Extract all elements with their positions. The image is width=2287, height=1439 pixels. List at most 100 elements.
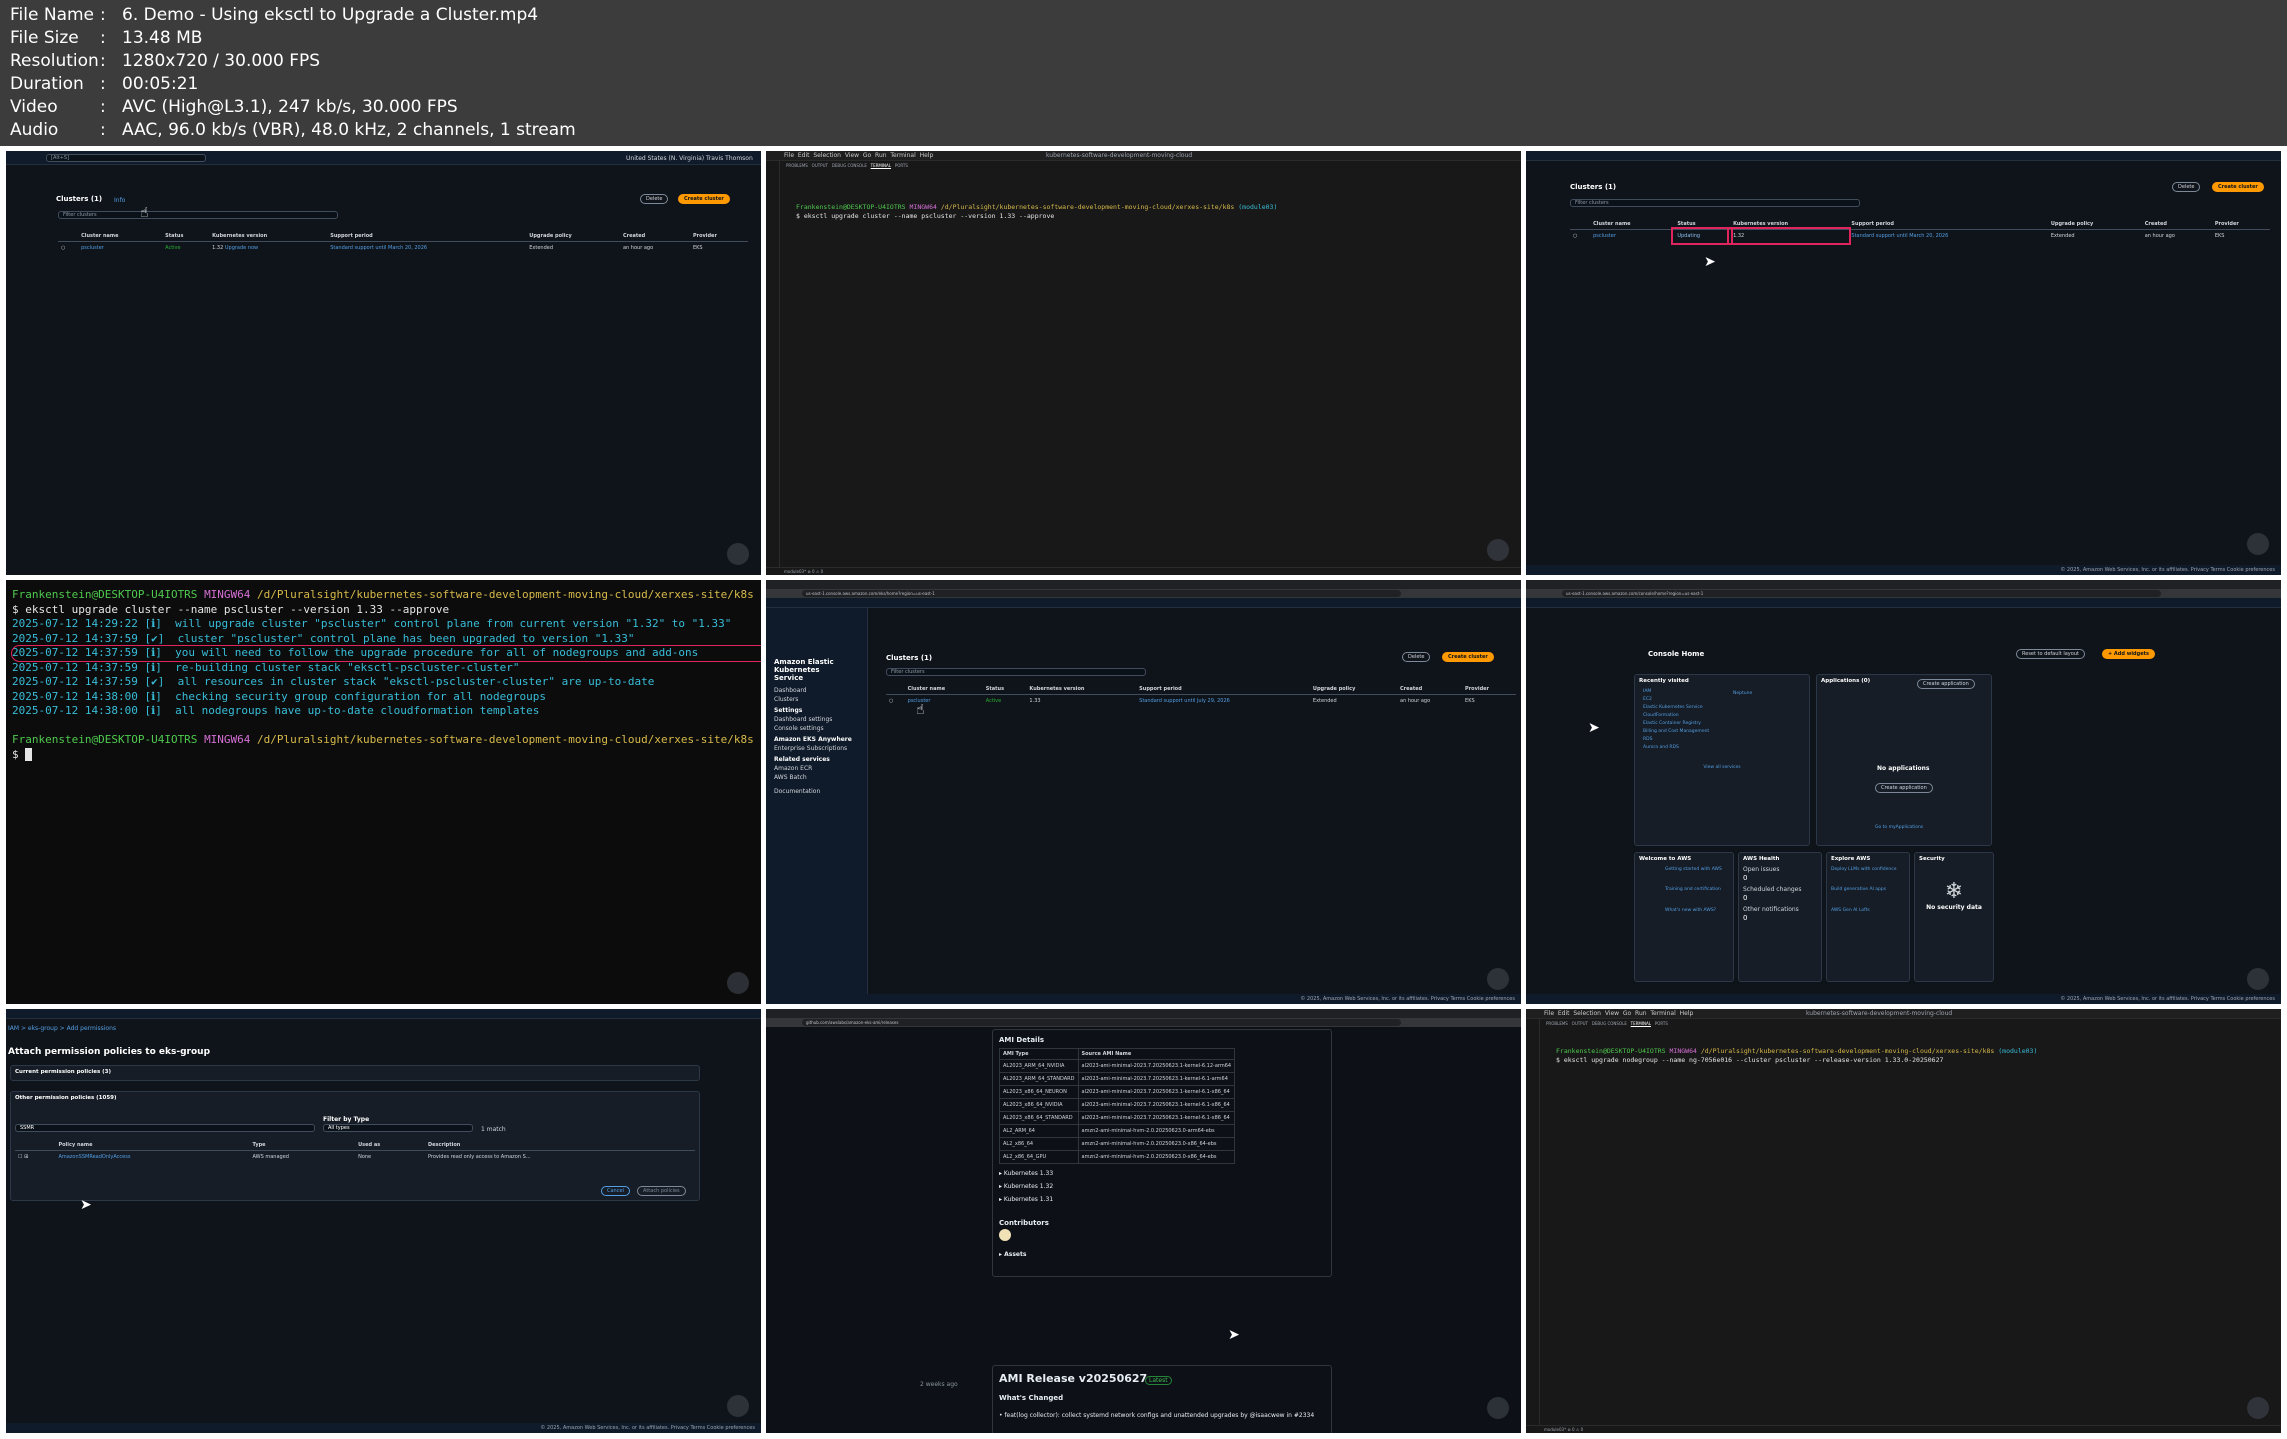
- aws-health-widget: AWS Health Open issues 0 Scheduled chang…: [1738, 852, 1822, 982]
- page-title: Attach permission policies to eks-group: [8, 1047, 211, 1057]
- aws-top-bar: [6, 1009, 761, 1019]
- browser-address-bar: us-east-1.console.aws.amazon.com/eks/hom…: [766, 589, 1521, 598]
- release-card-2: AMI Release v20250627 Latest What's Chan…: [992, 1365, 1332, 1433]
- status-bar: module03* ⊗ 0 ⚠ 0: [766, 567, 1521, 575]
- status-badge: Active: [165, 245, 181, 251]
- release-card: AMI Details AMI Type Source AMI Name AL20…: [992, 1029, 1332, 1277]
- aws-footer: © 2025, Amazon Web Services, Inc. or its…: [1526, 994, 2281, 1004]
- browser-address-bar: us-east-1.console.aws.amazon.com/console…: [1526, 589, 2281, 598]
- terminal-output[interactable]: Frankenstein@DESKTOP-U4IOTRS MINGW64 /d/…: [11, 588, 761, 762]
- create-cluster-button[interactable]: Create cluster: [1442, 652, 1494, 662]
- delete-button[interactable]: Delete: [1402, 652, 1431, 662]
- file-name-value: 6. Demo - Using eksctl to Upgrade a Clus…: [122, 5, 539, 25]
- video-row: Video: AVC (High@L3.1), 247 kb/s, 30.000 …: [10, 97, 458, 117]
- thumbnail-iam-attach-policies: IAM > eks-group > Add permissions Attach…: [6, 1009, 761, 1433]
- thumbnail-vscode-upgrade-nodegroup: File Edit Selection View Go Run Terminal…: [1526, 1009, 2281, 1433]
- aws-footer: © 2025, Amazon Web Services, Inc. or its…: [766, 994, 1521, 1004]
- info-link[interactable]: Info: [114, 197, 125, 204]
- thumbnail-console-home: us-east-1.console.aws.amazon.com/console…: [1526, 580, 2281, 1004]
- file-size-value: 13.48 MB: [122, 28, 203, 48]
- browser-tabs[interactable]: [766, 1009, 1521, 1018]
- clusters-title: Clusters (1): [56, 195, 103, 203]
- snowflake-icon: ❄: [1944, 879, 1964, 904]
- play-overlay-icon: [727, 1395, 749, 1417]
- breadcrumb[interactable]: IAM > eks-group > Add permissions: [8, 1025, 116, 1032]
- reset-layout-button[interactable]: Reset to default layout: [2016, 649, 2085, 659]
- panel-tabs: PROBLEMS OUTPUT DEBUG CONSOLE TERMINAL P…: [786, 163, 908, 168]
- cancel-button[interactable]: Cancel: [601, 1186, 630, 1196]
- aws-top-bar: [766, 598, 1521, 608]
- clusters-table: Cluster name Status Kubernetes version S…: [886, 684, 1516, 707]
- panel-tabs: PROBLEMS OUTPUT DEBUG CONSOLE TERMINAL P…: [1546, 1021, 1668, 1026]
- table-row[interactable]: ○ pscluster Updating 1.32 Standard suppo…: [1570, 226, 2270, 245]
- activity-bar: [766, 161, 780, 567]
- table-header: Cluster name Status Kubernetes version S…: [886, 684, 1516, 695]
- thumbnail-clusters-before: [Alt+S] United States (N. Virginia) Trav…: [6, 151, 761, 575]
- table-header: Policy name Type Used as Description: [15, 1140, 695, 1151]
- cluster-name-link[interactable]: pscluster: [78, 242, 162, 255]
- mouse-cursor-icon: ☝: [140, 205, 149, 221]
- welcome-widget: Welcome to AWS Getting started with AWS …: [1634, 852, 1734, 982]
- create-cluster-button[interactable]: Create cluster: [2212, 182, 2264, 192]
- current-policies-panel[interactable]: Current permission policies (3): [10, 1065, 700, 1081]
- table-header: Cluster name Status Kubernetes version S…: [58, 231, 748, 242]
- avatar[interactable]: [999, 1229, 1011, 1241]
- resolution-value: 1280x720 / 30.000 FPS: [122, 51, 321, 71]
- vscode-title-bar: File Edit Selection View Go Run Terminal…: [766, 151, 1521, 161]
- mouse-cursor-icon: ➤: [1588, 720, 1600, 736]
- duration-value: 00:05:21: [122, 74, 199, 94]
- upgrade-now-link[interactable]: Upgrade now: [225, 245, 258, 251]
- delete-button[interactable]: Delete: [2172, 182, 2201, 192]
- status-badge: Active: [985, 698, 1002, 704]
- video-value: AVC (High@L3.1), 247 kb/s, 30.000 FPS: [122, 97, 458, 117]
- status-badge: Updating: [1671, 226, 1734, 245]
- mouse-cursor-icon: ☝: [916, 702, 925, 718]
- thumbnail-eks-clusters-after: us-east-1.console.aws.amazon.com/eks/hom…: [766, 580, 1521, 1004]
- search-input[interactable]: [Alt+S]: [46, 154, 206, 162]
- terminal-output[interactable]: Frankenstein@DESKTOP-U4IOTRS MINGW64 /d/…: [1556, 1047, 2037, 1065]
- ami-table: AMI Type Source AMI Name AL2023_ARM_64_NV…: [999, 1048, 1236, 1164]
- play-overlay-icon: [1487, 968, 1509, 990]
- filter-clusters-input[interactable]: Filter clusters: [58, 211, 338, 219]
- view-all-services-link[interactable]: View all services: [1635, 751, 1809, 772]
- terminal-output[interactable]: Frankenstein@DESKTOP-U4IOTRS MINGW64 /d/…: [796, 203, 1277, 221]
- status-bar: module03* ⊗ 0 ⚠ 0: [1526, 1425, 2281, 1433]
- play-overlay-icon: [727, 972, 749, 994]
- create-cluster-button[interactable]: Create cluster: [678, 194, 730, 204]
- table-row[interactable]: ☐ ⊞ AmazonSSMReadOnlyAccess AWS managed …: [15, 1151, 695, 1164]
- play-overlay-icon: [2247, 968, 2269, 990]
- delete-button[interactable]: Delete: [640, 194, 669, 204]
- policies-table: Policy name Type Used as Description ☐ ⊞…: [15, 1140, 695, 1163]
- mouse-cursor-icon: ➤: [80, 1197, 92, 1213]
- mouse-cursor-icon: ➤: [1704, 254, 1716, 270]
- browser-tabs[interactable]: [766, 580, 1521, 589]
- browser-address-bar: github.com/awslabs/amazon-eks-ami/releas…: [766, 1018, 1521, 1027]
- aws-top-bar: [Alt+S] United States (N. Virginia) Trav…: [6, 151, 761, 165]
- aws-footer: © 2025, Amazon Web Services, Inc. or its…: [6, 1423, 761, 1433]
- browser-tabs[interactable]: [1526, 580, 2281, 589]
- filter-clusters-input[interactable]: Filter clusters: [1570, 199, 1860, 207]
- play-overlay-icon: [2247, 533, 2269, 555]
- clusters-title: Clusters (1): [886, 654, 933, 662]
- duration-row: Duration:00:05:21: [10, 74, 199, 94]
- other-policies-panel: Other permission policies (1059) Filter …: [10, 1091, 700, 1201]
- table-header: Cluster name Status Kubernetes version S…: [1570, 219, 2270, 230]
- table-row[interactable]: ○ pscluster Active 1.32 Upgrade now Stan…: [58, 242, 748, 255]
- thumbnail-clusters-updating: Clusters (1) Filter clusters Delete Crea…: [1526, 151, 2281, 575]
- add-widgets-button[interactable]: + Add widgets: [2102, 649, 2155, 659]
- clusters-table: Cluster name Status Kubernetes version S…: [1570, 219, 2270, 245]
- play-overlay-icon: [727, 543, 749, 565]
- play-overlay-icon: [2247, 1397, 2269, 1419]
- policy-search-input[interactable]: SSMR: [15, 1124, 315, 1132]
- aws-footer: © 2025, Amazon Web Services, Inc. or its…: [1526, 565, 2281, 575]
- mouse-cursor-icon: ➤: [1228, 1327, 1240, 1343]
- table-row[interactable]: ○ pscluster Active 1.33 Standard support…: [886, 695, 1516, 708]
- clusters-title: Clusters (1): [1570, 183, 1617, 191]
- attach-policies-button[interactable]: Attach policies: [637, 1186, 686, 1196]
- audio-row: Audio: AAC, 96.0 kb/s (VBR), 48.0 kHz, 2 …: [10, 120, 576, 140]
- filter-clusters-input[interactable]: Filter clusters: [886, 668, 1146, 676]
- release-title[interactable]: AMI Release v20250627: [999, 1372, 1147, 1385]
- applications-widget: Applications (0) Create application No a…: [1816, 674, 1992, 846]
- latest-badge: Latest: [1145, 1376, 1172, 1385]
- type-filter-select[interactable]: All types: [323, 1124, 473, 1132]
